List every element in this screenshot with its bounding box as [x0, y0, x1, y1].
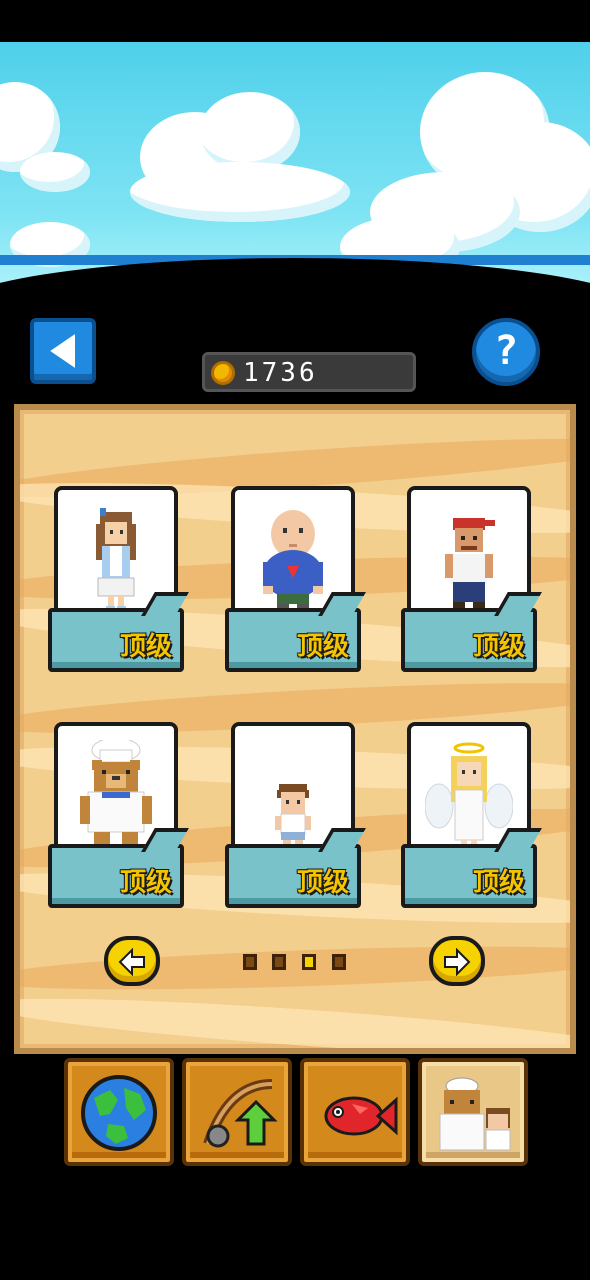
character-card-girl[interactable]: 顶级: [48, 486, 184, 676]
rank-label: 顶级: [472, 868, 525, 898]
next-page-button[interactable]: [429, 936, 485, 986]
coin-count: 1736: [243, 358, 318, 388]
girl-character-icon: [96, 508, 136, 611]
rank-label: 顶级: [119, 632, 172, 662]
tab-world[interactable]: [64, 1058, 174, 1166]
rank-label: 顶级: [119, 868, 172, 898]
back-button[interactable]: [30, 318, 96, 384]
rank-label: 顶级: [472, 632, 525, 662]
page-dot-3: [302, 954, 316, 970]
bandana-man-character-icon: [445, 518, 495, 612]
chubby-man-character-icon: [263, 510, 323, 612]
rank-label: 顶级: [296, 632, 349, 662]
arrow-right-icon: [444, 948, 471, 976]
bear-chef-and-boy-icon: [439, 1077, 511, 1151]
red-fish-icon: [324, 1096, 398, 1136]
rank-label: 顶级: [296, 868, 349, 898]
fishing-rod-upgrade-icon: [203, 1079, 278, 1148]
arrow-left-icon: [118, 948, 145, 976]
tab-characters[interactable]: [418, 1058, 528, 1166]
character-card-angel[interactable]: 顶级: [401, 722, 537, 912]
bear-chef-character-icon: [80, 740, 152, 846]
page-dot-2: [272, 954, 286, 970]
coin-counter: 1736: [202, 352, 416, 392]
game-screen: 1736 ? 顶级 顶级 顶级 顶级 顶级 顶级: [0, 0, 590, 1280]
boy-character-icon: [275, 784, 311, 848]
character-card-chubby-man[interactable]: 顶级: [225, 486, 361, 676]
coin-icon: [211, 361, 235, 385]
character-card-boy[interactable]: 顶级: [225, 722, 361, 912]
triangle-left-icon: [50, 334, 75, 368]
prev-page-button[interactable]: [104, 936, 160, 986]
character-card-bandana-man[interactable]: 顶级: [401, 486, 537, 676]
help-button[interactable]: ?: [472, 318, 540, 386]
angel-character-icon: [425, 742, 513, 848]
page-dot-4: [332, 954, 346, 970]
page-dot-1: [243, 954, 257, 970]
tab-upgrade-rod[interactable]: [182, 1058, 292, 1166]
character-card-bear-chef[interactable]: 顶级: [48, 722, 184, 912]
globe-icon: [81, 1075, 157, 1151]
tab-fish[interactable]: [300, 1058, 410, 1166]
